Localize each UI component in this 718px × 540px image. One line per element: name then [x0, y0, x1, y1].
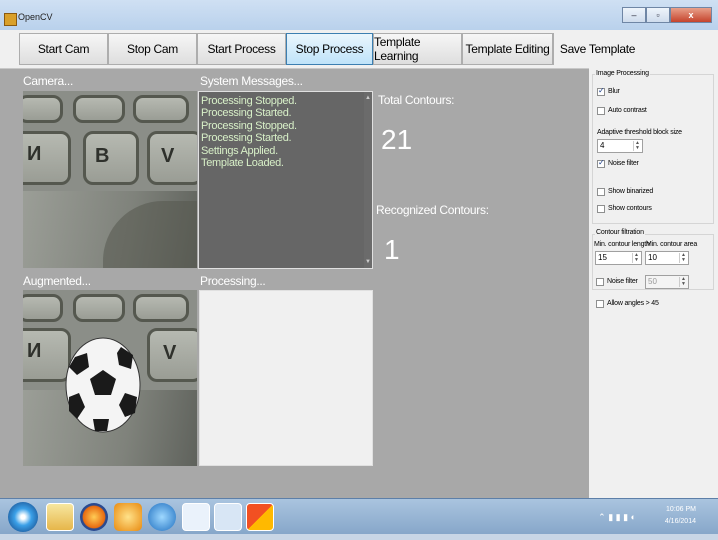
augmented-label: Augmented...	[23, 274, 91, 288]
word-icon[interactable]	[182, 503, 210, 531]
total-contours-value: 21	[381, 124, 413, 155]
message-line: Processing Stopped.	[201, 119, 297, 132]
show-binarized-checkbox[interactable]	[597, 188, 605, 196]
blur-checkbox[interactable]	[597, 86, 605, 96]
min-contour-area-value: 10	[648, 253, 657, 262]
soccer-ball-icon	[65, 337, 141, 433]
auto-contrast-checkbox[interactable]	[597, 107, 605, 115]
system-messages-label: System Messages...	[200, 74, 303, 88]
total-contours-label: Total Contours:	[378, 93, 455, 107]
explorer-icon[interactable]	[46, 503, 74, 531]
adaptive-threshold-label: Adaptive threshold block size	[597, 129, 682, 136]
keycap	[83, 131, 139, 185]
image-processing-title: Image Processing	[595, 70, 650, 77]
stop-cam-button[interactable]: Stop Cam	[108, 33, 197, 65]
stepper-arrows-icon[interactable]: ▲ ▼	[632, 253, 640, 263]
window-title: OpenCV	[18, 12, 53, 22]
save-template-button[interactable]: Save Template	[553, 33, 641, 65]
allow-angles-checkbox[interactable]	[596, 300, 604, 308]
contour-noise-filter-checkbox[interactable]	[596, 278, 604, 286]
clock[interactable]: 10:06 PM 4/16/2014	[665, 504, 696, 528]
min-contour-length-value: 15	[598, 253, 607, 262]
augmented-view: И V	[23, 290, 197, 466]
camera-label: Camera...	[23, 74, 73, 88]
keycap	[73, 95, 125, 123]
app-icon	[4, 13, 17, 26]
template-editing-button[interactable]: Template Editing	[462, 33, 553, 65]
message-line: Processing Started.	[201, 132, 292, 145]
settings-panel: Image Processing Blur Auto contrast Adap…	[589, 68, 718, 498]
noise-filter-stepper[interactable]: 50 ▲ ▼	[645, 275, 689, 289]
maximize-button[interactable]: ▫	[646, 7, 670, 23]
noise-filter-label: Noise filter	[608, 160, 639, 167]
messages-scrollbar[interactable]: ▲ ▼	[364, 92, 372, 268]
auto-contrast-label: Auto contrast	[608, 107, 647, 114]
clock-date: 4/16/2014	[664, 518, 696, 525]
taskbar: ⌃ ▮ ▮ ▮ ◐ 10:06 PM 4/16/2014	[0, 498, 718, 535]
stepper-arrows-icon[interactable]: ▲ ▼	[679, 253, 687, 263]
noise-filter-value: 50	[648, 277, 657, 286]
show-contours-checkbox[interactable]	[597, 205, 605, 213]
show-contours-label: Show contours	[608, 205, 652, 212]
min-contour-area-label: Min. contour area	[646, 241, 698, 248]
opencv-app-icon[interactable]	[246, 503, 274, 531]
clock-time: 10:06 PM	[666, 506, 696, 513]
noise-filter-checkbox[interactable]	[597, 158, 605, 168]
bottom-strip	[0, 534, 718, 540]
min-contour-length-stepper[interactable]: 15 ▲ ▼	[595, 251, 642, 265]
allow-angles-label: Allow angles > 45	[607, 300, 659, 307]
scroll-down-icon[interactable]: ▼	[365, 259, 371, 265]
media-player-icon[interactable]	[114, 503, 142, 531]
key-letter: И	[27, 143, 42, 165]
system-messages-list[interactable]: Processing Stopped. Processing Started. …	[198, 91, 373, 269]
toolbar: Start Cam Stop Cam Start Process Stop Pr…	[0, 30, 718, 69]
processing-label: Processing...	[200, 274, 266, 288]
message-line: Processing Started.	[201, 107, 292, 120]
adaptive-threshold-stepper[interactable]: 4 ▲ ▼	[597, 139, 643, 153]
template-learning-button[interactable]: Template Learning	[373, 33, 462, 65]
minimize-button[interactable]: –	[622, 7, 646, 23]
recognized-contours-value: 1	[384, 234, 400, 265]
key-letter: B	[95, 145, 110, 167]
firefox-icon[interactable]	[80, 503, 108, 531]
show-binarized-label: Show binarized	[608, 188, 654, 195]
window-controls: – ▫ x	[622, 7, 712, 23]
blur-label: Blur	[608, 88, 620, 95]
contour-noise-filter-label: Noise filter	[607, 278, 638, 285]
internet-explorer-icon[interactable]	[148, 503, 176, 531]
min-contour-length-label: Min. contour length	[594, 241, 650, 248]
tray-icons[interactable]: ⌃ ▮ ▮ ▮ ◐	[598, 512, 636, 523]
stepper-arrows-icon[interactable]: ▲ ▼	[633, 141, 641, 151]
message-line: Settings Applied.	[201, 144, 278, 157]
stepper-arrows-icon[interactable]: ▲ ▼	[679, 277, 687, 287]
close-button[interactable]: x	[670, 7, 712, 23]
adaptive-threshold-value: 4	[600, 141, 605, 150]
recognized-contours-label: Recognized Contours:	[376, 203, 489, 217]
start-button-icon[interactable]	[8, 502, 38, 532]
scroll-up-icon[interactable]: ▲	[365, 95, 371, 101]
keycap	[133, 95, 189, 123]
start-process-button[interactable]: Start Process	[197, 33, 286, 65]
message-line: Processing Stopped.	[201, 95, 297, 107]
processing-view	[199, 290, 373, 466]
stop-process-button[interactable]: Stop Process	[286, 33, 373, 65]
key-letter: V	[163, 342, 177, 364]
message-line: Template Loaded.	[201, 157, 284, 170]
keycap	[133, 294, 189, 322]
keycap	[73, 294, 125, 322]
keycap	[23, 294, 63, 322]
camera-view: И B V	[23, 91, 197, 268]
contour-filtration-title: Contour filtration	[595, 229, 645, 236]
key-letter: И	[27, 340, 42, 362]
min-contour-area-stepper[interactable]: 10 ▲ ▼	[645, 251, 689, 265]
keycap	[23, 95, 63, 123]
start-cam-button[interactable]: Start Cam	[19, 33, 108, 65]
title-bar: OpenCV – ▫ x	[0, 0, 718, 31]
key-letter: V	[161, 145, 175, 167]
visual-studio-icon[interactable]	[214, 503, 242, 531]
